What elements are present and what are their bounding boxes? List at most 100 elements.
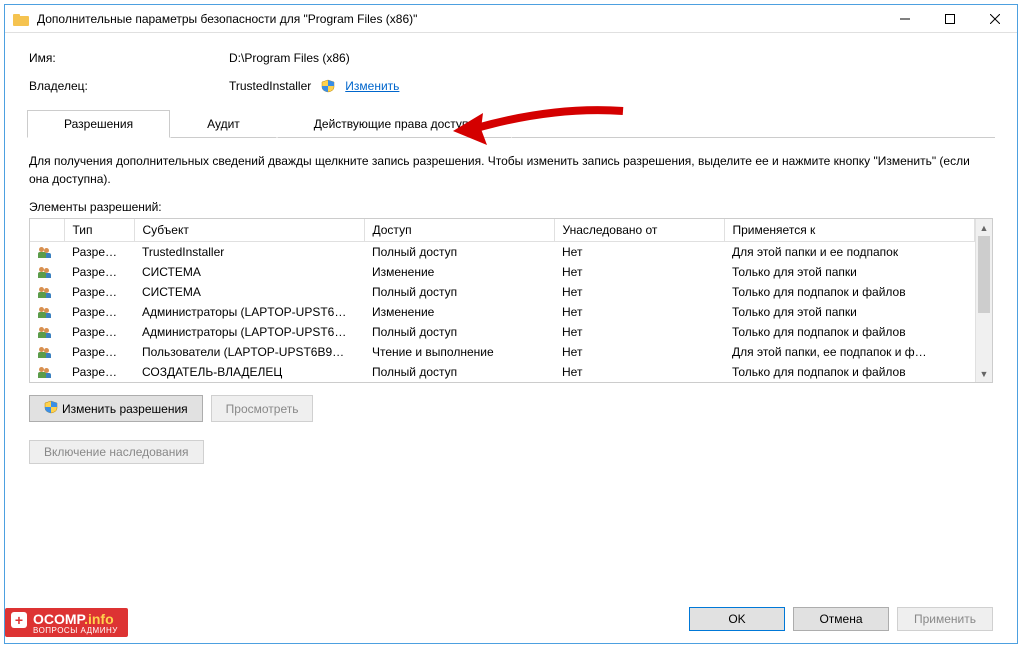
cell-applies: Только для подпапок и файлов bbox=[724, 282, 975, 302]
owner-value: TrustedInstaller bbox=[229, 79, 311, 96]
watermark-suffix: .info bbox=[84, 611, 114, 627]
shield-icon bbox=[44, 400, 58, 417]
table-row[interactable]: Разре…Администраторы (LAPTOP-UPST6…Полны… bbox=[30, 322, 975, 342]
col-access[interactable]: Доступ bbox=[364, 219, 554, 242]
entries-label: Элементы разрешений: bbox=[29, 200, 993, 214]
inheritance-buttons: Включение наследования bbox=[29, 440, 993, 464]
cell-access: Изменение bbox=[364, 302, 554, 322]
permission-buttons: Изменить разрешения Просмотреть bbox=[29, 395, 993, 422]
window-controls bbox=[882, 5, 1017, 33]
scrollbar[interactable]: ▲ ▼ bbox=[975, 219, 992, 382]
cell-access: Изменение bbox=[364, 262, 554, 282]
cell-applies: Только для подпапок и файлов bbox=[724, 322, 975, 342]
cell-applies: Для этой папки и ее подпапок bbox=[724, 242, 975, 263]
cell-type: Разре… bbox=[64, 342, 134, 362]
folder-icon bbox=[13, 12, 29, 26]
cell-inherited: Нет bbox=[554, 242, 724, 263]
cell-access: Полный доступ bbox=[364, 282, 554, 302]
close-button[interactable] bbox=[972, 5, 1017, 33]
table-row[interactable]: Разре…Пользователи (LAPTOP-UPST6B9…Чтени… bbox=[30, 342, 975, 362]
change-permissions-label: Изменить разрешения bbox=[62, 402, 188, 416]
watermark-main: OCOMP bbox=[33, 611, 84, 627]
cell-applies: Только для подпапок и файлов bbox=[724, 362, 975, 382]
cell-subject: СИСТЕМА bbox=[134, 282, 364, 302]
col-applies[interactable]: Применяется к bbox=[724, 219, 975, 242]
cell-subject: Администраторы (LAPTOP-UPST6… bbox=[134, 302, 364, 322]
table-row[interactable]: Разре…TrustedInstallerПолный доступНетДл… bbox=[30, 242, 975, 263]
people-icon bbox=[38, 287, 54, 299]
people-icon bbox=[38, 347, 54, 359]
instruction-text: Для получения дополнительных сведений дв… bbox=[29, 152, 993, 188]
cell-subject: Администраторы (LAPTOP-UPST6… bbox=[134, 322, 364, 342]
cancel-button[interactable]: Отмена bbox=[793, 607, 889, 631]
tab-permissions[interactable]: Разрешения bbox=[27, 110, 170, 138]
cell-applies: Только для этой папки bbox=[724, 262, 975, 282]
cell-access: Чтение и выполнение bbox=[364, 342, 554, 362]
permissions-panel: Для получения дополнительных сведений дв… bbox=[29, 138, 993, 464]
content-area: Имя: D:\Program Files (x86) Владелец: Tr… bbox=[5, 33, 1017, 476]
table-row[interactable]: Разре…Администраторы (LAPTOP-UPST6…Измен… bbox=[30, 302, 975, 322]
people-icon bbox=[38, 367, 54, 379]
col-type[interactable]: Тип bbox=[64, 219, 134, 242]
cell-applies: Для этой папки, ее подпапок и ф… bbox=[724, 342, 975, 362]
cell-type: Разре… bbox=[64, 302, 134, 322]
cell-type: Разре… bbox=[64, 242, 134, 263]
watermark-badge: OCOMP.info ВОПРОСЫ АДМИНУ bbox=[5, 608, 128, 637]
cell-type: Разре… bbox=[64, 282, 134, 302]
people-icon bbox=[38, 307, 54, 319]
cell-type: Разре… bbox=[64, 362, 134, 382]
titlebar: Дополнительные параметры безопасности дл… bbox=[5, 5, 1017, 33]
permissions-grid: Тип Субъект Доступ Унаследовано от Приме… bbox=[29, 218, 993, 383]
cell-inherited: Нет bbox=[554, 302, 724, 322]
watermark-sub: ВОПРОСЫ АДМИНУ bbox=[33, 627, 118, 635]
people-icon bbox=[38, 247, 54, 259]
tabs: Разрешения Аудит Действующие права досту… bbox=[27, 110, 995, 138]
owner-label: Владелец: bbox=[29, 79, 229, 96]
owner-row: Владелец: TrustedInstaller Изменить bbox=[29, 79, 993, 96]
cell-type: Разре… bbox=[64, 322, 134, 342]
people-icon bbox=[38, 267, 54, 279]
col-subject[interactable]: Субъект bbox=[134, 219, 364, 242]
cell-inherited: Нет bbox=[554, 342, 724, 362]
table-row[interactable]: Разре…СОЗДАТЕЛЬ-ВЛАДЕЛЕЦПолный доступНет… bbox=[30, 362, 975, 382]
cell-subject: СИСТЕМА bbox=[134, 262, 364, 282]
tab-effective-access[interactable]: Действующие права доступа bbox=[277, 110, 512, 138]
col-inherited[interactable]: Унаследовано от bbox=[554, 219, 724, 242]
cell-access: Полный доступ bbox=[364, 242, 554, 263]
dialog-footer: OK Отмена Применить bbox=[689, 607, 993, 631]
cell-subject: TrustedInstaller bbox=[134, 242, 364, 263]
permissions-table[interactable]: Тип Субъект Доступ Унаследовано от Приме… bbox=[30, 219, 975, 382]
scroll-thumb[interactable] bbox=[978, 236, 990, 313]
people-icon bbox=[38, 327, 54, 339]
view-button: Просмотреть bbox=[211, 395, 314, 422]
scroll-down-icon[interactable]: ▼ bbox=[976, 365, 992, 382]
maximize-button[interactable] bbox=[927, 5, 972, 33]
name-row: Имя: D:\Program Files (x86) bbox=[29, 51, 993, 65]
apply-button: Применить bbox=[897, 607, 993, 631]
cell-subject: СОЗДАТЕЛЬ-ВЛАДЕЛЕЦ bbox=[134, 362, 364, 382]
name-value: D:\Program Files (x86) bbox=[229, 51, 350, 65]
cell-type: Разре… bbox=[64, 262, 134, 282]
cell-inherited: Нет bbox=[554, 322, 724, 342]
cell-access: Полный доступ bbox=[364, 322, 554, 342]
scroll-up-icon[interactable]: ▲ bbox=[976, 219, 992, 236]
ok-button[interactable]: OK bbox=[689, 607, 785, 631]
tab-audit[interactable]: Аудит bbox=[170, 110, 277, 138]
change-permissions-button[interactable]: Изменить разрешения bbox=[29, 395, 203, 422]
col-icon[interactable] bbox=[30, 219, 64, 242]
scroll-track[interactable] bbox=[976, 236, 992, 365]
shield-icon bbox=[321, 79, 335, 96]
enable-inheritance-button: Включение наследования bbox=[29, 440, 204, 464]
window-title: Дополнительные параметры безопасности дл… bbox=[37, 12, 417, 26]
tabs-container: Разрешения Аудит Действующие права досту… bbox=[29, 110, 993, 464]
security-settings-window: Дополнительные параметры безопасности дл… bbox=[4, 4, 1018, 644]
cell-inherited: Нет bbox=[554, 282, 724, 302]
table-row[interactable]: Разре…СИСТЕМАПолный доступНетТолько для … bbox=[30, 282, 975, 302]
minimize-button[interactable] bbox=[882, 5, 927, 33]
cell-subject: Пользователи (LAPTOP-UPST6B9… bbox=[134, 342, 364, 362]
cell-inherited: Нет bbox=[554, 362, 724, 382]
cell-inherited: Нет bbox=[554, 262, 724, 282]
cell-access: Полный доступ bbox=[364, 362, 554, 382]
change-owner-link[interactable]: Изменить bbox=[345, 79, 399, 96]
table-row[interactable]: Разре…СИСТЕМАИзменениеНетТолько для этой… bbox=[30, 262, 975, 282]
